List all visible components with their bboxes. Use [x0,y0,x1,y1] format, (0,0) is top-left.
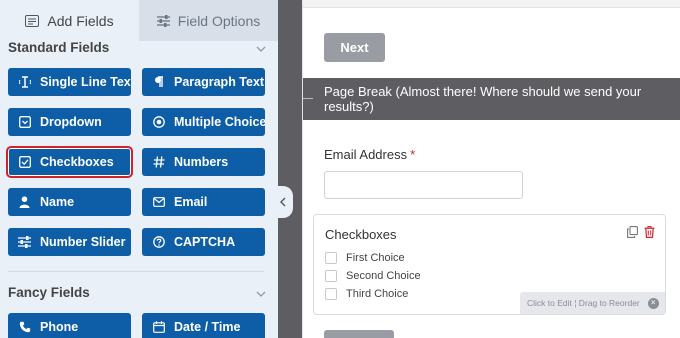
checkboxes-field-card[interactable]: Checkboxes First Choice Second Choice Th… [313,214,666,315]
hint-text: Click to Edit ¦ Drag to Reorder [527,298,640,308]
section-divider [8,271,264,272]
field-button-single-line-text[interactable]: Single Line Text [8,68,131,96]
chevron-down-icon [256,285,266,300]
envelope-icon [152,196,165,209]
section-standard-fields[interactable]: Standard Fields [8,40,266,55]
checkbox-option-label: Third Choice [346,288,409,300]
panel-tabs: Add Fields Field Options [0,0,278,41]
field-button-label: Single Line Text [40,75,131,89]
checkbox-square[interactable] [325,252,337,264]
field-button-name[interactable]: Name [8,188,131,216]
field-button-captcha[interactable]: CAPTCHA [142,228,265,256]
panel-divider-strip [278,0,302,338]
section-fancy-fields[interactable]: Fancy Fields [8,285,266,300]
duplicate-icon[interactable] [627,225,638,243]
field-button-label: Numbers [174,155,229,169]
submit-button-partial[interactable] [324,330,394,338]
field-button-number-slider[interactable]: Number Slider [8,228,131,256]
edit-reorder-hint: Click to Edit ¦ Drag to Reorder × [520,292,665,314]
preview-top-edge [303,0,680,8]
chevron-down-icon [256,40,266,55]
tab-add-fields[interactable]: Add Fields [0,0,139,41]
checkbox-option-label: Second Choice [346,270,421,282]
person-icon [18,196,31,209]
checkbox-option[interactable]: Second Choice [325,270,421,282]
field-button-date-time[interactable]: Date / Time [142,313,265,338]
phone-icon [18,321,31,334]
calendar-icon [152,321,165,334]
field-button-checkboxes[interactable]: Checkboxes [6,146,133,178]
sliders-icon [156,14,170,27]
checkbox-square[interactable] [325,270,337,282]
tab-add-fields-label: Add Fields [47,12,114,29]
email-label-text: Email Address [324,147,408,162]
tab-field-options[interactable]: Field Options [139,0,278,41]
field-button-label: CAPTCHA [174,235,236,249]
page-break-bar[interactable]: Page Break (Almost there! Where should w… [303,78,680,120]
field-button-label: Number Slider [40,235,126,249]
checkbox-option[interactable]: First Choice [325,252,405,264]
section-fancy-title: Fancy Fields [8,285,90,300]
field-button-multiple-choice[interactable]: Multiple Choice [142,108,265,136]
section-standard-title: Standard Fields [8,40,110,55]
field-button-label: Multiple Choice [174,115,265,129]
email-field[interactable] [324,171,523,199]
field-button-label: Checkboxes [40,155,114,169]
tab-field-options-label: Field Options [177,12,261,29]
list-icon [25,14,40,27]
field-actions [627,225,655,243]
field-button-label: Date / Time [174,320,241,334]
sliders-icon [18,236,31,249]
checkbox-icon [18,156,31,169]
fields-panel: Add Fields Field Options Standard Fields… [0,0,278,338]
question-circle-icon [152,236,165,249]
email-address-label: Email Address * [324,147,415,162]
field-button-dropdown[interactable]: Dropdown [8,108,131,136]
radio-icon [152,116,165,129]
field-button-numbers[interactable]: Numbers [142,148,265,176]
hash-icon [152,156,165,169]
paragraph-icon [152,76,165,89]
field-button-label: Name [40,195,75,209]
dropdown-icon [18,116,31,129]
field-button-email[interactable]: Email [142,188,265,216]
checkbox-option[interactable]: Third Choice [325,288,408,300]
page-break-label: Page Break (Almost there! Where should w… [324,84,642,114]
required-asterisk: * [410,147,416,162]
field-button-label: Email [174,195,208,209]
field-button-label: Dropdown [40,115,102,129]
checkbox-option-label: First Choice [346,252,405,264]
close-icon[interactable]: × [647,297,659,309]
chevron-left-icon [280,195,286,210]
field-button-label: Phone [40,320,79,334]
field-button-label: Paragraph Text [174,75,265,89]
form-preview: Next Page Break (Almost there! Where sho… [302,0,680,338]
text-cursor-icon [18,76,31,89]
checkbox-square[interactable] [325,288,337,300]
next-button[interactable]: Next [324,33,385,62]
collapse-panel-button[interactable] [273,186,293,218]
field-button-phone[interactable]: Phone [8,313,131,338]
field-button-paragraph-text[interactable]: Paragraph Text [142,68,265,96]
checkboxes-field-title: Checkboxes [325,227,397,242]
trash-icon[interactable] [644,225,655,243]
